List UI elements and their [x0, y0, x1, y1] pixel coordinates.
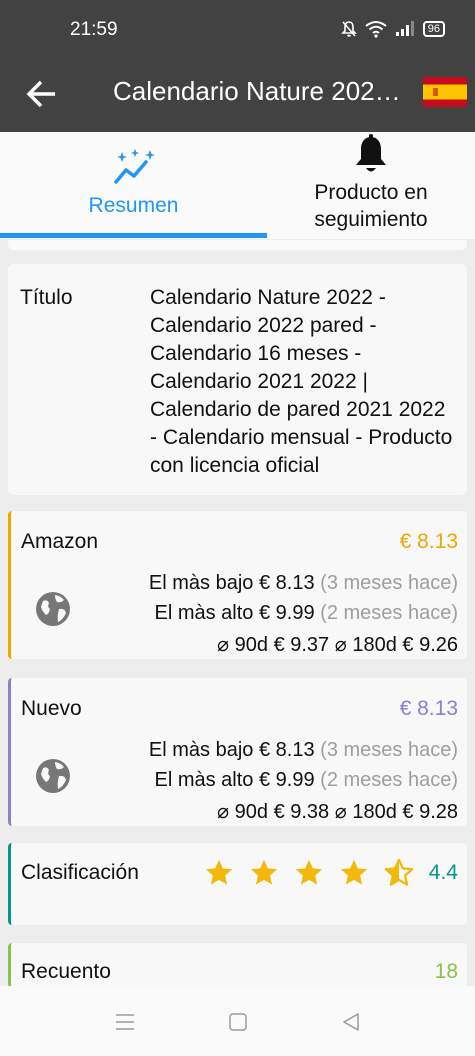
nuevo-price-card[interactable]: Nuevo € 8.13 El màs bajo € 8.13 (3 meses… [8, 678, 467, 826]
nuevo-highest-row: El màs alto € 9.99 (2 meses hace) [154, 769, 458, 792]
tab-indicator [0, 233, 267, 238]
partial-card [8, 240, 467, 250]
nuevo-current-price: € 8.13 [399, 697, 458, 720]
tab-resumen-label: Resumen [88, 194, 179, 217]
nuevo-highest-price: € 9.99 [258, 769, 315, 791]
title-value: Calendario Nature 2022 - Calendario 2022… [150, 286, 453, 477]
system-nav-bar [0, 986, 475, 1056]
tab-bar: Resumen Producto en seguimiento [0, 132, 475, 239]
tab-resumen[interactable]: Resumen [0, 132, 267, 239]
nuevo-average-row: ⌀ 90d € 9.38 ⌀ 180d € 9.28 [217, 799, 458, 824]
nuevo-lowest-price: € 8.13 [258, 739, 315, 761]
mute-icon [340, 21, 357, 37]
amazon-avg180-label: ⌀ 180d [334, 634, 397, 656]
rating-label: Clasificación [21, 861, 139, 884]
amazon-highest-when: (2 meses hace) [320, 602, 458, 624]
rating-card[interactable]: Clasificación 4.4 [8, 843, 467, 925]
battery-indicator: 96 [422, 21, 445, 37]
home-icon[interactable] [226, 1010, 250, 1034]
count-card[interactable]: Recuento 18 [8, 943, 467, 988]
status-icons: 96 [340, 20, 445, 38]
amazon-lowest-label: El màs bajo [148, 572, 254, 594]
star-full-icon [205, 859, 233, 885]
back-icon[interactable] [339, 1010, 363, 1034]
amazon-highest-row: El màs alto € 9.99 (2 meses hace) [154, 602, 458, 625]
star-half-icon [384, 858, 414, 886]
amazon-avg90-label: ⌀ 90d [217, 634, 268, 656]
rating-stars [204, 858, 414, 888]
nuevo-avg90-label: ⌀ 90d [217, 801, 268, 823]
count-label: Recuento [21, 960, 111, 983]
arrow-left-icon[interactable] [22, 74, 62, 114]
nuevo-avg90-value: € 9.38 [273, 801, 330, 823]
amazon-lowest-row: El màs bajo € 8.13 (3 meses hace) [149, 572, 458, 595]
amazon-lowest-price: € 8.13 [258, 572, 315, 594]
app-bar: Calendario Nature 2022 - Calendario 2022… [0, 60, 475, 132]
status-time: 21:59 [70, 19, 118, 40]
amazon-price-card[interactable]: Amazon € 8.13 El màs bajo € 8.13 (3 mese… [8, 511, 467, 659]
nuevo-highest-label: El màs alto [154, 769, 254, 791]
star-full-icon [250, 859, 278, 885]
signal-icon [395, 21, 414, 36]
sparkle-chart-icon [113, 149, 155, 184]
nuevo-lowest-label: El màs bajo [148, 739, 254, 761]
star-full-icon [340, 859, 368, 885]
globe-icon [36, 759, 70, 793]
nuevo-lowest-when: (3 meses hace) [320, 739, 458, 761]
nuevo-highest-when: (2 meses hace) [320, 769, 458, 791]
amazon-highest-price: € 9.99 [258, 602, 315, 624]
nuevo-label: Nuevo [21, 697, 82, 720]
amazon-label: Amazon [21, 530, 99, 553]
amazon-avg180-value: € 9.26 [402, 634, 458, 656]
nuevo-avg180-label: ⌀ 180d [334, 801, 397, 823]
bell-icon [356, 134, 386, 172]
amazon-lowest-when: (3 meses hace) [320, 572, 458, 594]
status-bar: 21:59 96 [0, 0, 475, 60]
tab-producto-label: Producto en seguimiento [314, 181, 428, 231]
globe-icon [36, 592, 70, 626]
tab-producto-seguimiento[interactable]: Producto en seguimiento [267, 132, 475, 239]
title-card: Título Calendario Nature 2022 - Calendar… [8, 264, 467, 495]
amazon-highest-label: El màs alto [154, 602, 254, 624]
spain-flag-icon[interactable] [423, 77, 467, 107]
amazon-avg90-value: € 9.37 [273, 634, 330, 656]
amazon-current-price: € 8.13 [399, 530, 458, 553]
count-value: 18 [434, 960, 458, 983]
nuevo-lowest-row: El màs bajo € 8.13 (3 meses hace) [149, 739, 458, 762]
rating-value: 4.4 [428, 861, 458, 884]
amazon-average-row: ⌀ 90d € 9.37 ⌀ 180d € 9.26 [217, 632, 458, 657]
title-label: Título [20, 286, 73, 309]
page-title: Calendario Nature 2022 - Calendario 2022… [113, 76, 407, 106]
star-full-icon [295, 859, 323, 885]
menu-icon[interactable] [113, 1010, 137, 1034]
nuevo-avg180-value: € 9.28 [402, 801, 458, 823]
wifi-icon [365, 21, 387, 38]
